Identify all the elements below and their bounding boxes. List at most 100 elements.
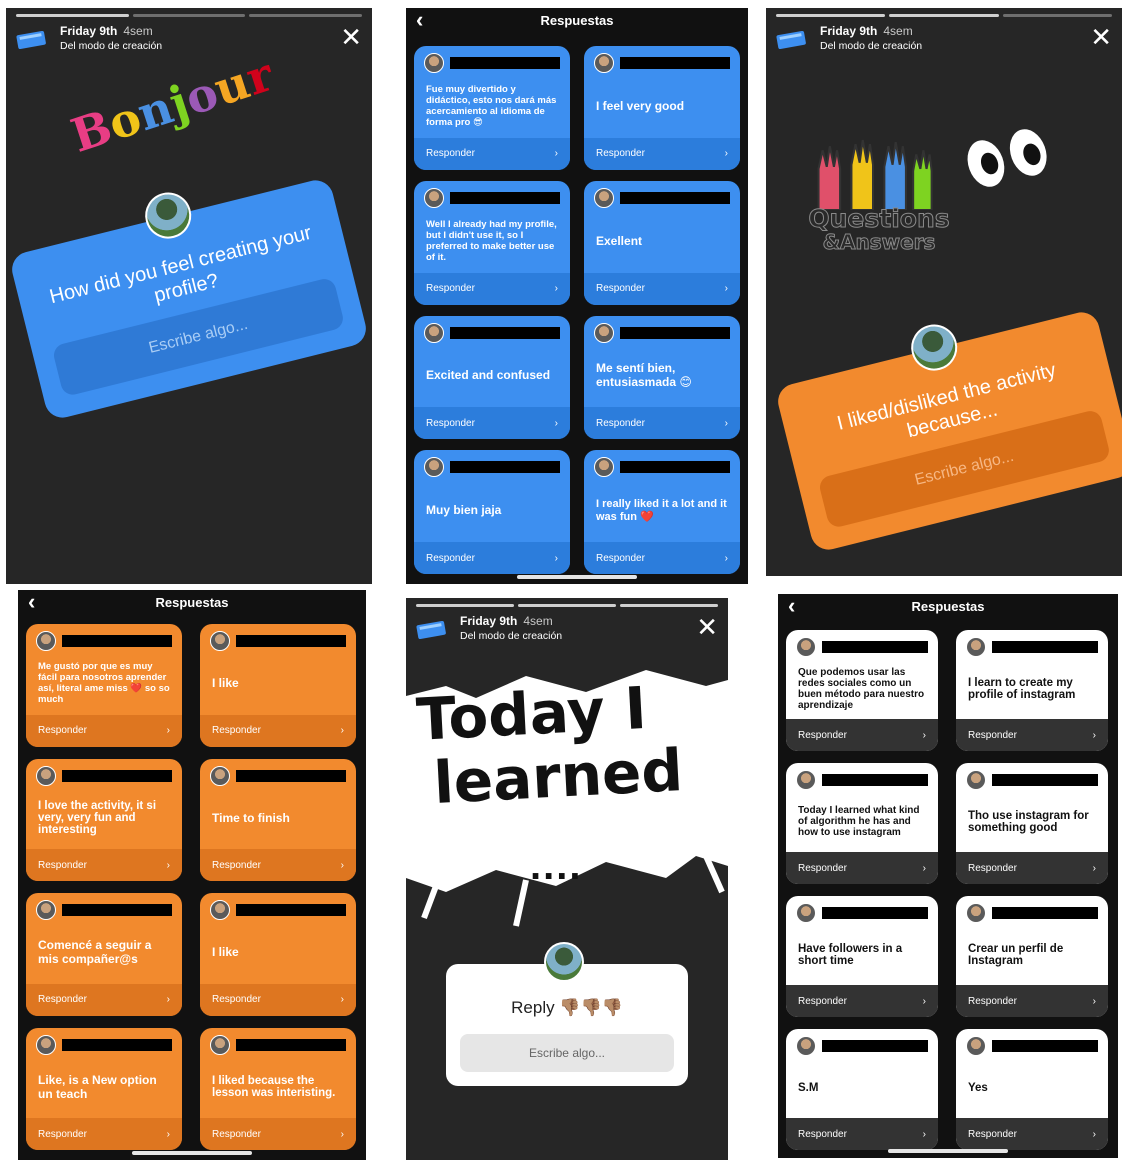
avatar (424, 187, 444, 208)
reply-button[interactable]: Responder › (414, 272, 570, 305)
home-indicator (517, 575, 637, 579)
reply-card[interactable]: Time to finish Responder › (200, 758, 356, 881)
avatar (594, 53, 614, 73)
reply-card[interactable]: I feel very good Responder › (584, 46, 740, 170)
avatar (424, 457, 444, 478)
bonjour-sticker: Bonjour (65, 47, 280, 163)
replies-panel-white: ‹ Respuestas Que podemos usar las redes … (778, 594, 1118, 1158)
avatar (210, 1034, 230, 1055)
reply-button[interactable]: Responder › (956, 719, 1108, 751)
reply-card[interactable]: I like Responder › (200, 624, 356, 747)
chevron-right-icon: › (724, 417, 728, 429)
reply-button[interactable]: Responder › (956, 985, 1108, 1017)
story-progress (416, 604, 718, 607)
chevron-right-icon: › (724, 148, 728, 160)
chevron-right-icon: › (166, 725, 170, 736)
redacted-username (620, 57, 730, 69)
avatar (966, 1036, 986, 1056)
back-icon[interactable]: ‹ (416, 8, 423, 32)
redacted-username (236, 904, 346, 916)
reply-button[interactable]: Responder › (200, 1118, 356, 1150)
reply-button[interactable]: Responder › (26, 849, 182, 881)
close-icon[interactable]: ✕ (696, 614, 718, 640)
reply-button[interactable]: Responder › (26, 983, 182, 1016)
redacted-username (992, 907, 1098, 919)
redacted-username (620, 326, 730, 339)
replies-grid: Me gustó por que es muy fácil para nosot… (26, 624, 356, 1150)
redacted-username (236, 1038, 346, 1051)
chevron-right-icon: › (554, 283, 558, 294)
reply-button[interactable]: Responder › (786, 852, 938, 884)
story-progress (776, 14, 1112, 17)
avatar (594, 187, 614, 208)
avatar (966, 637, 986, 657)
reply-card[interactable]: Well I already had my profile, but I did… (414, 180, 570, 305)
reply-card[interactable]: I like Responder › (200, 893, 356, 1016)
story-title: Friday 9th 4sem (820, 24, 913, 38)
reply-card[interactable]: Fue muy divertido y didáctico, esto nos … (414, 46, 570, 170)
reply-button[interactable]: Responder › (414, 137, 570, 170)
reply-button[interactable]: Responder › (200, 983, 356, 1016)
story-panel-1: Friday 9th 4sem Del modo de creación ✕ Bo… (6, 8, 372, 584)
story-progress (16, 14, 363, 17)
close-icon[interactable]: ✕ (340, 24, 362, 50)
reply-button[interactable]: Responder › (584, 272, 740, 305)
page-title: Respuestas (911, 599, 985, 614)
reply-card[interactable]: Yes Responder › (956, 1029, 1108, 1150)
reply-card[interactable]: Me sentí bien, entusiasmada 😊 Responder › (584, 315, 740, 440)
close-icon[interactable]: ✕ (1090, 24, 1112, 50)
reply-card[interactable]: Me gustó por que es muy fácil para nosot… (26, 624, 182, 747)
redacted-username (450, 326, 560, 339)
notebook-icon (16, 30, 46, 49)
chevron-right-icon: › (1092, 995, 1096, 1007)
today-i-learned-title: Today I learned (415, 672, 721, 817)
replies-header: ‹ Respuestas (778, 594, 1118, 622)
back-icon[interactable]: ‹ (28, 590, 35, 614)
reply-button[interactable]: Responder › (414, 407, 570, 440)
avatar (36, 900, 56, 920)
reply-card[interactable]: I learn to create my profile of instagra… (956, 630, 1108, 751)
reply-button[interactable]: Responder › (414, 542, 570, 574)
reply-card[interactable]: Like, is a New option un teach Responder › (26, 1027, 182, 1150)
reply-card[interactable]: S.M Responder › (786, 1029, 938, 1150)
chevron-right-icon: › (1092, 729, 1096, 741)
reply-button[interactable]: Responder › (786, 985, 938, 1017)
reply-card[interactable]: Que podemos usar las redes sociales como… (786, 630, 938, 751)
reply-card[interactable]: Tho use instagram for something good Resp… (956, 763, 1108, 884)
chevron-right-icon: › (724, 283, 728, 294)
reply-text: Muy bien jaja (426, 503, 502, 518)
reply-card[interactable]: Excited and confused Responder › (414, 315, 570, 440)
back-icon[interactable]: ‹ (788, 594, 795, 618)
reply-button[interactable]: Responder › (786, 719, 938, 751)
reply-card[interactable]: I liked because the lesson was interisti… (200, 1027, 356, 1150)
reply-card[interactable]: Comencé a seguir a mis compañer@s Respond… (26, 893, 182, 1016)
reply-text: Que podemos usar las redes sociales como… (798, 666, 925, 711)
reply-button[interactable]: Responder › (584, 542, 740, 574)
reply-button[interactable]: Responder › (26, 714, 182, 747)
reply-text: Today I learned what kind of algorithm h… (798, 805, 920, 838)
reply-button[interactable]: Responder › (26, 1118, 182, 1150)
redacted-username (822, 907, 928, 919)
chevron-right-icon: › (554, 417, 558, 429)
avatar (594, 322, 614, 343)
reply-button[interactable]: Responder › (956, 1118, 1108, 1150)
avatar (594, 457, 614, 478)
reply-card[interactable]: Muy bien jaja Responder › (414, 450, 570, 574)
answer-input[interactable]: Escribe algo... (460, 1034, 674, 1072)
chevron-right-icon: › (1092, 862, 1096, 874)
reply-button[interactable]: Responder › (956, 852, 1108, 884)
reply-button[interactable]: Responder › (200, 714, 356, 747)
reply-card[interactable]: Crear un perfil de Instagram Responder › (956, 896, 1108, 1017)
chevron-right-icon: › (340, 859, 344, 871)
reply-button[interactable]: Responder › (200, 849, 356, 881)
replies-grid: Que podemos usar las redes sociales como… (786, 630, 1108, 1150)
reply-button[interactable]: Responder › (786, 1118, 938, 1150)
reply-card[interactable]: I really liked it a lot and it was fun ❤… (584, 450, 740, 574)
reply-card[interactable]: Today I learned what kind of algorithm h… (786, 763, 938, 884)
reply-button[interactable]: Responder › (584, 407, 740, 440)
reply-card[interactable]: Have followers in a short time Responder › (786, 896, 938, 1017)
reply-button[interactable]: Responder › (584, 137, 740, 170)
reply-card[interactable]: Exellent Responder › (584, 180, 740, 305)
story-panel-5: Friday 9th 4sem Del modo de creación ✕ To… (406, 598, 728, 1160)
reply-card[interactable]: I love the activity, it si very, very fu… (26, 758, 182, 881)
